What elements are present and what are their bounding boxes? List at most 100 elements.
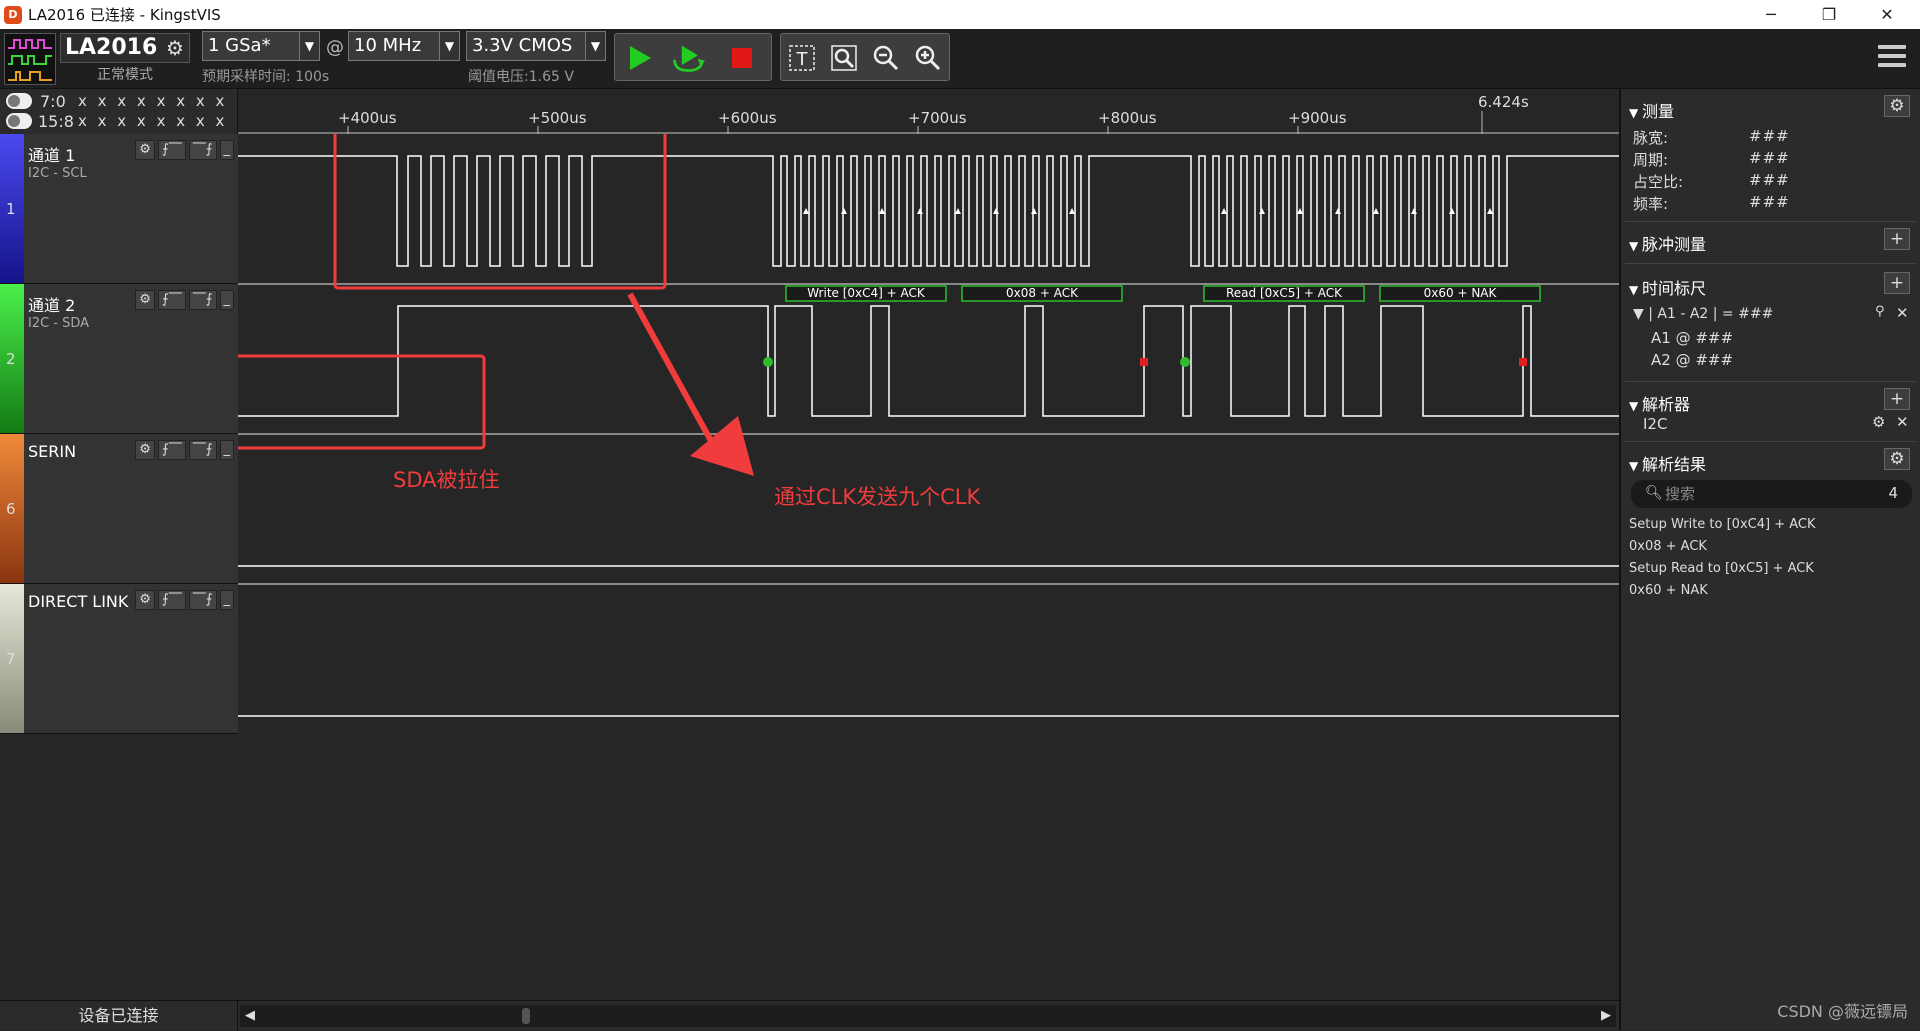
connection-status: 设备已连接 (0, 1001, 238, 1031)
decode-label: Read [0xC5] + ACK (1225, 286, 1342, 300)
analyzer-section-title[interactable]: 解析器 (1629, 391, 1690, 415)
decode-label: 0x08 + ACK (1006, 286, 1078, 300)
close-icon[interactable]: ✕ (1896, 413, 1909, 431)
channel-row-7[interactable]: 7 DIRECT LINK ⚙ ⨍⎺ ⎺⨍ _ (0, 584, 238, 734)
stop-capture-button[interactable] (725, 41, 759, 75)
device-settings-gear-icon[interactable]: ⚙ (162, 35, 188, 61)
low-level-icon[interactable]: _ (219, 440, 234, 460)
gear-icon[interactable]: ⚙ (135, 290, 155, 310)
decode-label: 0x60 + NAK (1423, 286, 1497, 300)
horizontal-scrollbar[interactable]: ◀ ▶ (240, 1005, 1616, 1027)
device-waveform-icon (4, 33, 56, 85)
add-icon[interactable]: + (1884, 272, 1910, 294)
low-level-icon[interactable]: _ (219, 590, 234, 610)
timing-marker-section-title[interactable]: 时间标尺 (1629, 275, 1706, 299)
gear-icon[interactable]: ⚙ (1884, 448, 1910, 470)
main-toolbar: LA2016 ⚙ 正常模式 1 GSa* ▼ @ 10 MHz ▼ 3.3V C… (0, 29, 1920, 89)
toggle-bits-15-8[interactable] (6, 113, 32, 129)
repeat-play-icon (673, 45, 705, 72)
low-level-icon[interactable]: _ (219, 140, 234, 160)
bit-group-header: 7:0 x x x x x x x x 15:8 x x x x x x x x (0, 89, 238, 134)
channel-number: 7 (6, 650, 16, 668)
gear-icon[interactable]: ⚙ (135, 140, 155, 160)
sda-waveform (238, 305, 1619, 417)
falling-edge-icon[interactable]: ⎺⨍ (188, 140, 217, 160)
rising-edge-icon[interactable]: ⨍⎺ (157, 440, 186, 460)
restore-button[interactable]: ❐ (1800, 0, 1858, 29)
falling-edge-icon[interactable]: ⎺⨍ (188, 290, 217, 310)
result-item[interactable]: Setup Write to [0xC4] + ACK (1629, 517, 1816, 532)
time-ruler[interactable]: +400us +500us +600us +700us +800us +900u… (238, 89, 1619, 134)
zoom-in-icon (915, 45, 941, 71)
window-title: LA2016 已连接 - KingstVIS (28, 6, 221, 24)
chevron-down-icon: ▼ (439, 32, 459, 60)
annotation-sda-held: SDA被拉住 (393, 468, 500, 492)
title-bar: D LA2016 已连接 - KingstVIS ─ ❐ ✕ (0, 0, 1920, 29)
measure-section-title[interactable]: 测量 (1629, 98, 1674, 122)
minimize-button[interactable]: ─ (1742, 0, 1800, 29)
marker-pair[interactable]: ▼ | A1 - A2 | = ### (1633, 306, 1773, 322)
zoom-in-button[interactable] (911, 41, 945, 75)
scroll-left-icon[interactable]: ◀ (240, 1005, 260, 1027)
pin-icon[interactable]: ⚲ (1875, 304, 1885, 319)
result-item[interactable]: 0x60 + NAK (1629, 583, 1708, 598)
waveform-canvas[interactable] (238, 134, 1619, 734)
status-bar: 设备已连接 ◀ ▶ (0, 1000, 1619, 1031)
zoom-fit-icon (831, 45, 857, 71)
measure-label: 脉宽: (1633, 129, 1669, 147)
text-tool-button[interactable]: T (785, 41, 819, 75)
channel-name: SERIN (28, 442, 77, 461)
rising-edge-icon[interactable]: ⨍⎺ (157, 140, 186, 160)
toggle-bits-7-0[interactable] (6, 93, 32, 109)
add-icon[interactable]: + (1884, 388, 1910, 410)
results-search[interactable]: 🔍︎ 4 (1631, 480, 1912, 508)
ruler-ticks (347, 111, 1483, 134)
stop-icon (732, 48, 752, 68)
channel-protocol: I2C - SCL (28, 166, 87, 181)
result-item[interactable]: 0x08 + ACK (1629, 539, 1707, 554)
rising-edge-icon[interactable]: ⨍⎺ (157, 290, 186, 310)
start-condition-marker (763, 357, 773, 367)
close-icon[interactable]: ✕ (1896, 304, 1909, 322)
gear-icon[interactable]: ⚙ (135, 440, 155, 460)
results-count: 4 (1888, 484, 1898, 502)
scroll-right-icon[interactable]: ▶ (1596, 1005, 1616, 1027)
low-level-icon[interactable]: _ (219, 290, 234, 310)
measure-value: ### (1749, 193, 1790, 211)
scroll-thumb[interactable] (522, 1008, 530, 1024)
channel-number: 1 (6, 200, 16, 218)
results-section-title[interactable]: 解析结果 (1629, 451, 1706, 475)
device-mode: 正常模式 (97, 67, 153, 83)
hamburger-menu-icon[interactable] (1878, 45, 1906, 73)
sample-rate-value: 1 GSa* (208, 35, 271, 56)
threshold-select[interactable]: 3.3V CMOS ▼ (466, 31, 606, 61)
channel-row-6[interactable]: 6 SERIN ⚙ ⨍⎺ ⎺⨍ _ (0, 434, 238, 584)
rising-edge-icon[interactable]: ⨍⎺ (157, 590, 186, 610)
gear-icon[interactable]: ⚙ (1872, 413, 1885, 431)
falling-edge-icon[interactable]: ⎺⨍ (188, 590, 217, 610)
gear-icon[interactable]: ⚙ (135, 590, 155, 610)
channel-row-1[interactable]: 1 通道 1 I2C - SCL ⚙ ⨍⎺ ⎺⨍ _ (0, 134, 238, 284)
result-item[interactable]: Setup Read to [0xC5] + ACK (1629, 561, 1814, 576)
chevron-down-icon: ▼ (585, 32, 605, 60)
analyzer-item[interactable]: I2C (1643, 415, 1667, 433)
start-capture-button[interactable] (623, 41, 657, 75)
search-input[interactable] (1665, 483, 1865, 505)
add-icon[interactable]: + (1884, 228, 1910, 250)
channel-number: 2 (6, 350, 16, 368)
repeat-capture-button[interactable] (671, 41, 705, 75)
sample-rate-select[interactable]: 1 GSa* ▼ (202, 31, 320, 61)
gear-icon[interactable]: ⚙ (1884, 95, 1910, 117)
channel-row-2[interactable]: 2 通道 2 I2C - SDA ⚙ ⨍⎺ ⎺⨍ _ (0, 284, 238, 434)
marker-pair-text: | A1 - A2 | = ### (1648, 306, 1774, 322)
zoom-fit-button[interactable] (827, 41, 861, 75)
falling-edge-icon[interactable]: ⎺⨍ (188, 440, 217, 460)
close-button[interactable]: ✕ (1858, 0, 1916, 29)
svg-text:T: T (796, 49, 809, 70)
sample-depth-select[interactable]: 10 MHz ▼ (348, 31, 460, 61)
channel-trigger-controls: ⚙ ⨍⎺ ⎺⨍ _ (135, 290, 234, 310)
zoom-out-button[interactable] (869, 41, 903, 75)
app-logo-icon: D (4, 5, 22, 24)
pulse-measure-section-title[interactable]: 脉冲测量 (1629, 231, 1706, 255)
bits-label-7-0: 7:0 (40, 92, 66, 111)
